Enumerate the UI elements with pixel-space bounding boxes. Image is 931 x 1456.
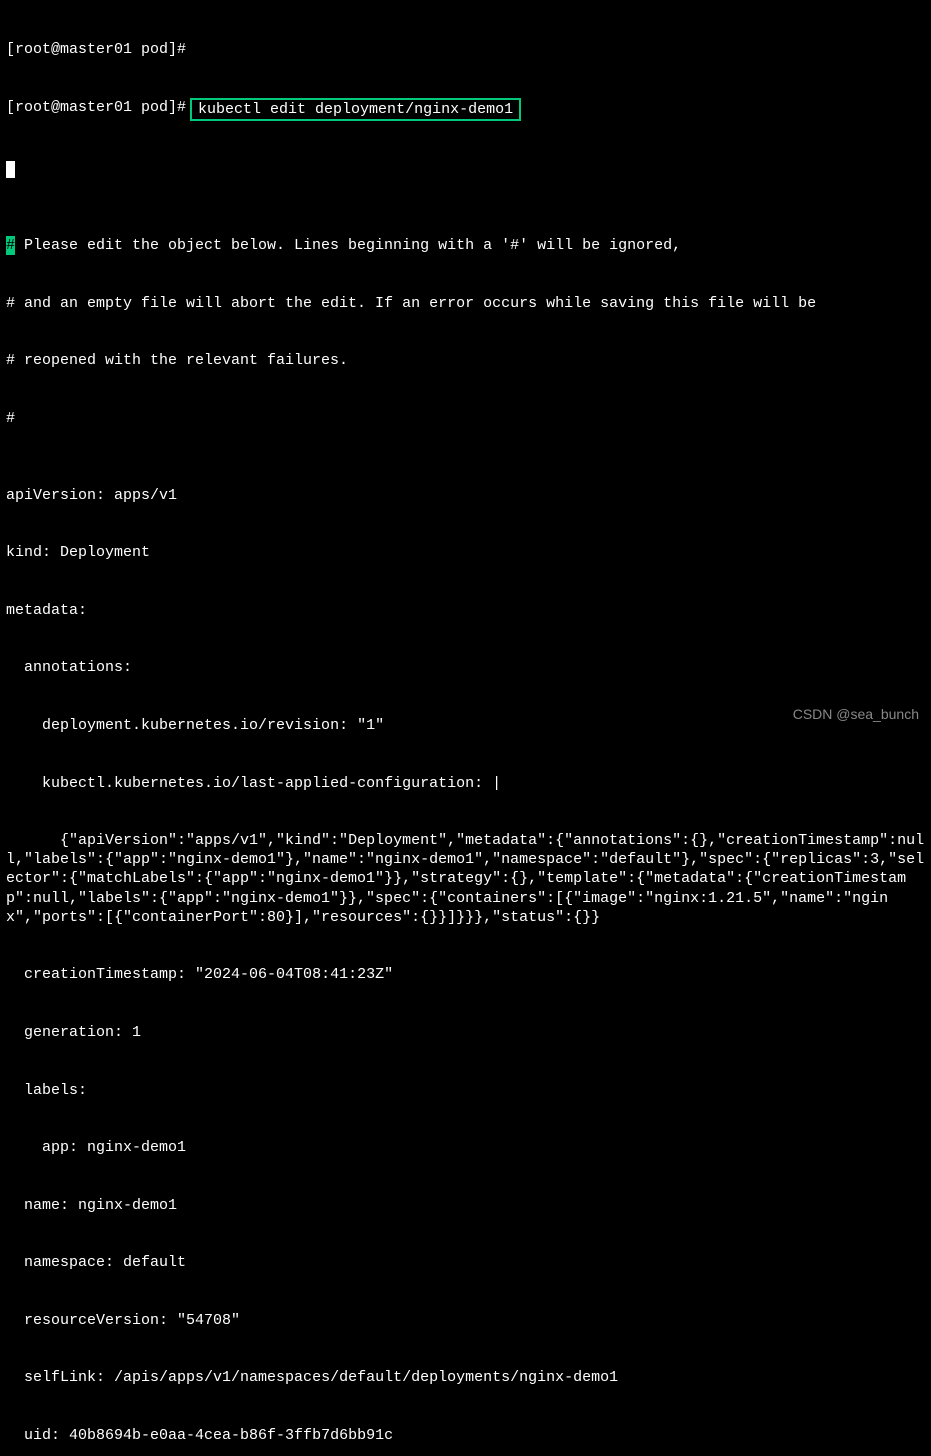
cursor-icon <box>6 161 15 178</box>
yaml-line: generation: 1 <box>6 1023 925 1042</box>
cursor-line <box>6 160 925 179</box>
prompt-line-1: [root@master01 pod]# <box>6 40 925 59</box>
comment-line: # <box>6 409 925 428</box>
yaml-line: kind: Deployment <box>6 543 925 562</box>
yaml-line: namespace: default <box>6 1253 925 1272</box>
command-highlight: kubectl edit deployment/nginx-demo1 <box>190 98 521 121</box>
yaml-line: creationTimestamp: "2024-06-04T08:41:23Z… <box>6 965 925 984</box>
shell-prompt: [root@master01 pod]# <box>6 98 186 121</box>
comment-line: # reopened with the relevant failures. <box>6 351 925 370</box>
yaml-line: annotations: <box>6 658 925 677</box>
terminal-output[interactable]: [root@master01 pod]# [root@master01 pod]… <box>0 0 931 1456</box>
yaml-line: labels: <box>6 1081 925 1100</box>
yaml-line: name: nginx-demo1 <box>6 1196 925 1215</box>
comment-line: # and an empty file will abort the edit.… <box>6 294 925 313</box>
prompt-line-2: [root@master01 pod]# kubectl edit deploy… <box>6 98 925 121</box>
yaml-line: deployment.kubernetes.io/revision: "1" <box>6 716 925 735</box>
yaml-line: metadata: <box>6 601 925 620</box>
shell-prompt: [root@master01 pod]# <box>6 40 186 59</box>
comment-line: # Please edit the object below. Lines be… <box>6 236 925 255</box>
yaml-line: apiVersion: apps/v1 <box>6 486 925 505</box>
yaml-line: kubectl.kubernetes.io/last-applied-confi… <box>6 774 925 793</box>
yaml-line: app: nginx-demo1 <box>6 1138 925 1157</box>
yaml-line: uid: 40b8694b-e0aa-4cea-b86f-3ffb7d6bb91… <box>6 1426 925 1445</box>
yaml-line-json: {"apiVersion":"apps/v1","kind":"Deployme… <box>6 831 925 927</box>
yaml-line: selfLink: /apis/apps/v1/namespaces/defau… <box>6 1368 925 1387</box>
hash-highlight: # <box>6 236 15 255</box>
watermark: CSDN @sea_bunch <box>793 706 919 724</box>
yaml-line: resourceVersion: "54708" <box>6 1311 925 1330</box>
